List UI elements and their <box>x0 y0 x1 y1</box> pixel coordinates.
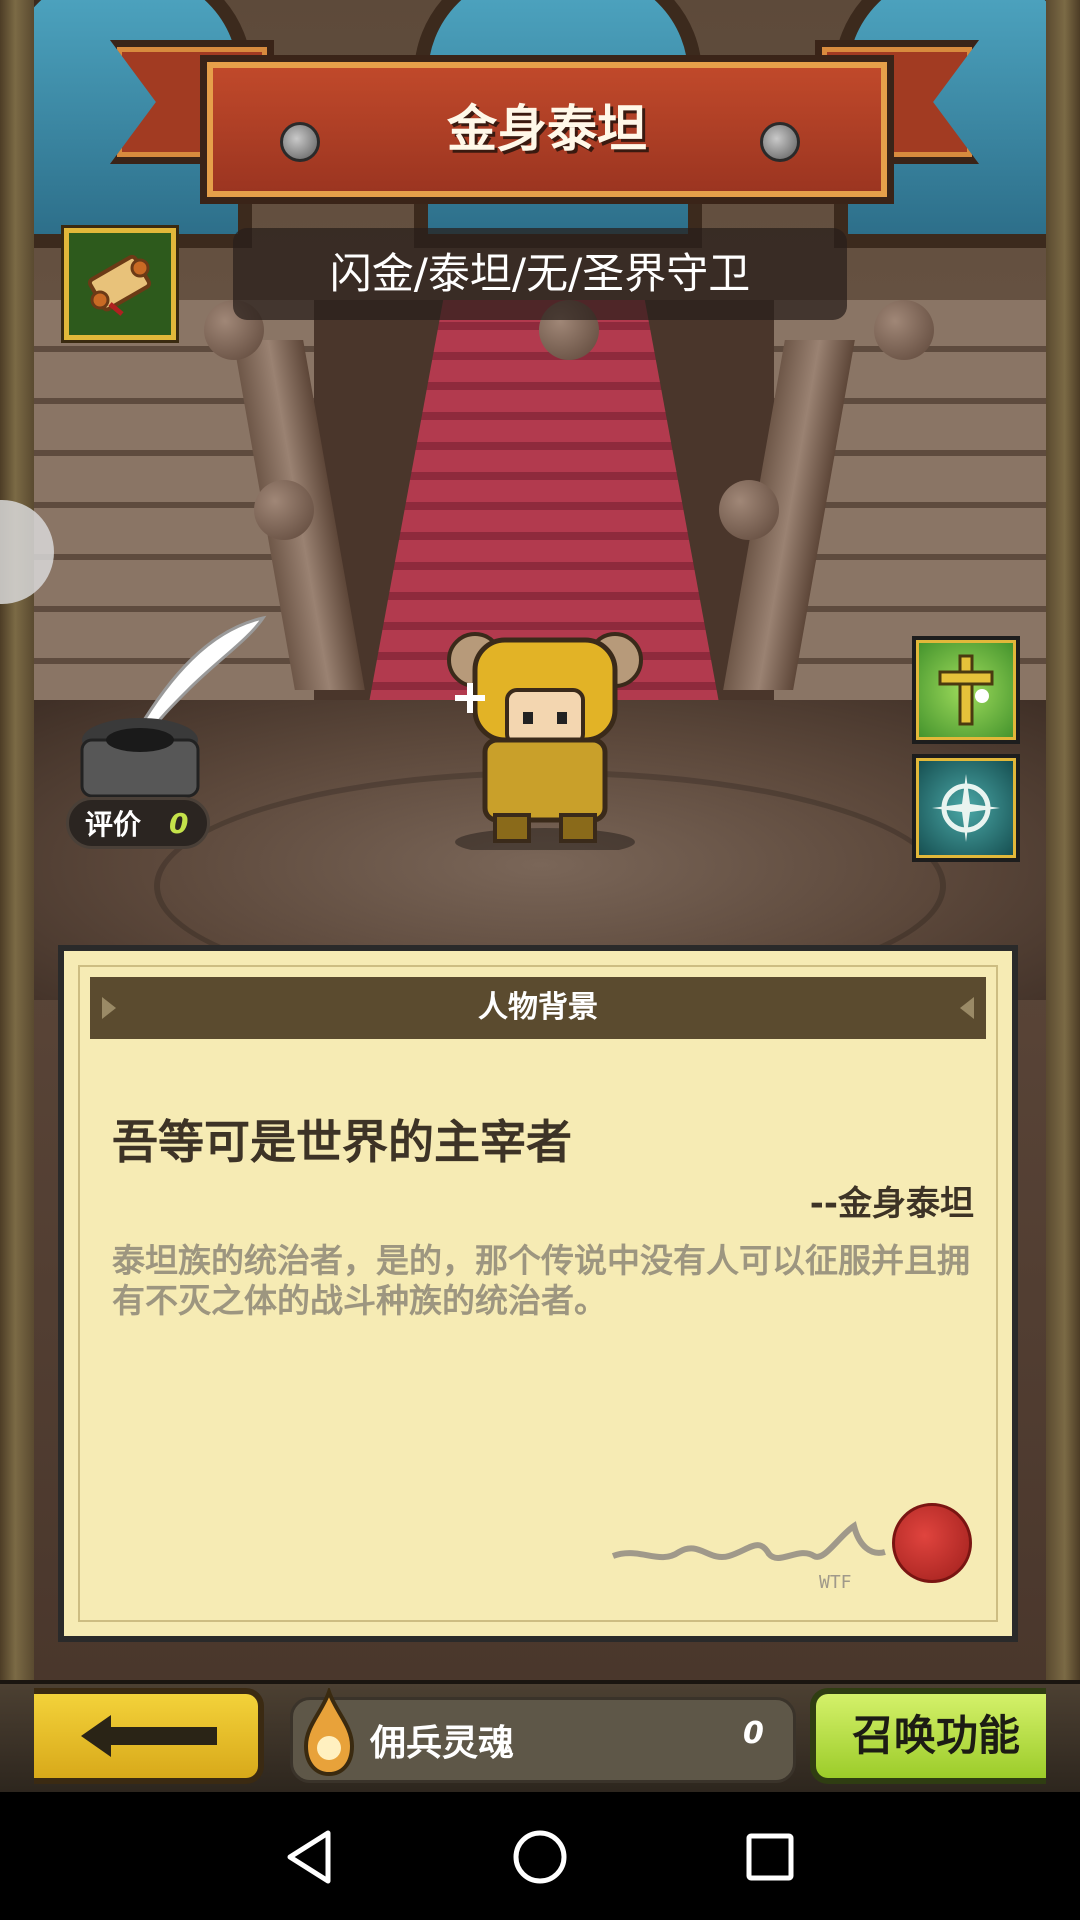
hero-class-subtitle: 闪金/泰坦/无/圣界守卫 <box>233 228 847 320</box>
holy-cross-skill-icon[interactable] <box>912 636 1020 744</box>
rail-knob <box>874 300 934 360</box>
left-frame-border <box>0 0 34 1792</box>
panel-heading: 人物背景 <box>90 977 986 1039</box>
heading-arrow-left-icon <box>102 997 116 1019</box>
soul-flame-icon <box>302 1685 356 1778</box>
nav-home-icon[interactable] <box>495 1812 585 1902</box>
signature-icon: WTF <box>609 1506 889 1596</box>
back-button[interactable] <box>34 1688 264 1784</box>
signature-mark: WTF <box>819 1572 852 1593</box>
hero-quote: 吾等可是世界的主宰者 <box>112 1115 572 1169</box>
hero-sprite[interactable] <box>445 620 645 856</box>
system-nav-bar <box>0 1792 1080 1920</box>
nav-recents-icon[interactable] <box>725 1812 815 1902</box>
soul-count: 0 <box>743 1716 764 1751</box>
soul-label: 佣兵灵魂 <box>370 1723 515 1764</box>
heading-arrow-right-icon <box>960 997 974 1019</box>
rating-value: 0 <box>169 806 189 840</box>
nav-back-icon[interactable] <box>265 1812 355 1902</box>
panel-heading-label: 人物背景 <box>478 990 598 1025</box>
soul-counter <box>290 1697 796 1783</box>
compass-sigil-skill-icon[interactable] <box>912 754 1020 862</box>
rating-label: 评价 <box>85 808 142 841</box>
rating-badge: 评价 0 <box>66 797 210 849</box>
hero-bio: 泰坦族的统治者，是的，那个传说中没有人可以征服并且拥有不灭之体的战斗种族的统治者… <box>112 1241 970 1320</box>
character-background-panel: 人物背景 吾等可是世界的主宰者 --金身泰坦 泰坦族的统治者，是的，那个传说中没… <box>58 945 1018 1642</box>
inkwell-icon[interactable] <box>78 610 267 800</box>
rail-knob <box>719 480 779 540</box>
scroll-icon[interactable] <box>64 228 176 340</box>
quote-speaker: --金身泰坦 <box>809 1184 974 1224</box>
summon-button[interactable]: 召唤功能 <box>810 1688 1046 1784</box>
right-frame-border <box>1046 0 1080 1792</box>
arrow-left-icon <box>81 1715 217 1757</box>
hero-name-title: 金身泰坦 <box>447 100 647 158</box>
rail-knob <box>254 480 314 540</box>
wax-seal-icon <box>892 1503 972 1583</box>
